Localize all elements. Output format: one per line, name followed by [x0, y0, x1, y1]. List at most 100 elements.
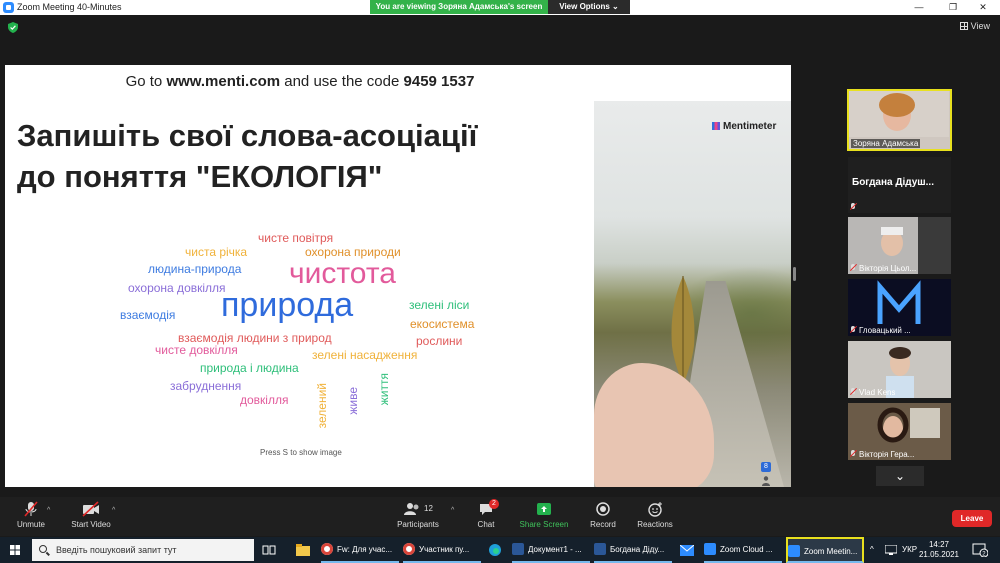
taskbar-item[interactable]: Zoom Cloud ... [704, 537, 782, 563]
word-cloud-item: зелені насадження [312, 348, 418, 362]
word-cloud-item: живе [346, 387, 360, 415]
search-placeholder: Введіть пошуковий запит тут [56, 545, 177, 555]
unmute-label: Unmute [16, 520, 45, 529]
mic-muted-icon [850, 450, 856, 458]
view-button[interactable]: View [959, 21, 990, 31]
view-label: View [970, 21, 990, 31]
participants-label: Participants [397, 520, 439, 529]
show-hidden-icons[interactable]: ^ [870, 537, 874, 563]
chevron-down-icon: ⌄ [612, 2, 619, 11]
record-icon [596, 502, 610, 516]
participant-name: Вікторія Цьол... [850, 264, 916, 273]
start-video-button[interactable]: Start Video [56, 501, 126, 529]
participants-button[interactable]: 12 Participants [383, 501, 453, 529]
word-icon [512, 543, 524, 555]
participants-count: 12 [424, 504, 433, 513]
taskbar-item[interactable]: Zoom Meetin... [786, 537, 864, 563]
chat-label: Chat [477, 520, 495, 529]
leave-button[interactable]: Leave [952, 510, 992, 527]
participant-tile[interactable]: Зоряна Адамська [847, 89, 952, 151]
file-explorer-icon[interactable] [296, 544, 310, 556]
word-cloud-item: зелений [315, 383, 329, 429]
participant-count-badge: 8 [761, 462, 771, 472]
mail-icon[interactable] [680, 545, 694, 556]
word-cloud-item: чиста річка [185, 245, 248, 259]
word-cloud-item: екосистема [410, 317, 475, 331]
meeting-toolbar: Unmute ^ Start Video ^ 12 Participants ^… [0, 497, 1000, 536]
mentimeter-logo: Mentimeter [712, 121, 776, 132]
participant-name: Зоряна Адамська [851, 139, 921, 148]
notifications-icon[interactable]: 2 [972, 543, 988, 557]
task-view-icon[interactable] [262, 544, 276, 556]
code-prefix: Go to [125, 73, 167, 90]
word-cloud-item: довкілля [240, 393, 289, 407]
reactions-button[interactable]: Reactions [620, 501, 690, 529]
mic-muted-icon [850, 388, 856, 396]
taskbar-item[interactable]: Участник пу... [403, 537, 481, 563]
video-options-caret[interactable]: ^ [112, 507, 115, 514]
taskbar-item[interactable]: Документ1 - ... [512, 537, 590, 563]
clock-date: 21.05.2021 [918, 550, 960, 559]
taskbar-item[interactable]: Богдана Діду... [594, 537, 672, 563]
audio-options-caret[interactable]: ^ [47, 507, 50, 514]
participant-name-mic [850, 203, 859, 212]
word-cloud-item: охорона довкілля [128, 281, 226, 295]
shared-screen: Go to www.menti.com and use the code 945… [5, 65, 791, 487]
word-cloud-item: рослини [416, 334, 463, 348]
network-icon[interactable] [885, 545, 897, 555]
taskbar-item[interactable]: Fw: Для учас... [321, 537, 399, 563]
participant-tile[interactable]: Вікторія Гера... [848, 403, 951, 460]
taskbar-search-input[interactable]: Введіть пошуковий запит тут [32, 539, 254, 561]
participant-name: Вікторія Гера... [850, 450, 914, 459]
menti-code-line: Go to www.menti.com and use the code 945… [5, 73, 595, 90]
share-banner: You are viewing Зоряна Адамська's screen… [370, 0, 630, 14]
word-cloud-item: забруднення [170, 379, 242, 393]
participant-name-large: Богдана Дідуш... [852, 177, 934, 188]
edge-icon[interactable] [488, 544, 502, 556]
participant-name: Vlad Kens [850, 388, 895, 397]
word-cloud-item: чисте повітря [258, 231, 334, 245]
mic-muted-icon [24, 501, 38, 517]
language-indicator[interactable]: УКР [902, 537, 917, 563]
close-button[interactable]: ✕ [966, 0, 1000, 15]
participant-tile[interactable]: Гловацький ... [848, 279, 951, 336]
word-cloud-item: природа і людина [200, 361, 299, 375]
participants-scroll-down-button[interactable]: ⌄ [876, 466, 924, 486]
zoom-icon [704, 543, 716, 555]
zoom-app-icon [3, 2, 14, 13]
panel-resize-handle[interactable] [793, 267, 796, 281]
minimize-button[interactable]: — [902, 0, 936, 15]
mic-muted-icon [850, 326, 856, 334]
participant-video [849, 91, 949, 137]
reactions-label: Reactions [637, 520, 673, 529]
mentimeter-mark-icon [712, 122, 720, 130]
mic-muted-icon [850, 264, 856, 272]
view-options-button[interactable]: View Options ⌄ [548, 0, 630, 14]
window-title: Zoom Meeting 40-Minutes [17, 2, 122, 12]
code-site: www.menti.com [166, 73, 281, 90]
user-icon [762, 476, 770, 486]
slide-title-line2: до поняття "ЕКОЛОГІЯ" [17, 159, 383, 194]
mentimeter-brand: Mentimeter [723, 121, 777, 132]
windows-start-icon[interactable] [0, 537, 30, 563]
reactions-icon [648, 502, 662, 517]
window-titlebar: Zoom Meeting 40-Minutes You are viewing … [0, 0, 1000, 15]
word-cloud-item: чистота [289, 257, 396, 290]
show-image-hint: Press S to show image [260, 448, 342, 457]
participant-name: Гловацький ... [850, 326, 911, 335]
record-label: Record [590, 520, 616, 529]
word-cloud: чисте повітря чиста річка охорона природ… [5, 215, 595, 475]
view-options-label: View Options [559, 2, 610, 11]
mic-muted-icon [850, 203, 856, 211]
zoom-icon [788, 545, 800, 557]
word-cloud-item: чисте довкілля [155, 343, 238, 357]
taskbar-clock[interactable]: 14:27 21.05.2021 [918, 540, 960, 560]
slide-title: Запишіть свої слова-асоціації до поняття… [17, 115, 577, 197]
word-cloud-item: життя [377, 373, 391, 406]
participant-tile[interactable]: Vlad Kens [848, 341, 951, 398]
encryption-shield-icon[interactable] [8, 22, 18, 33]
maximize-button[interactable]: ❐ [936, 0, 970, 15]
code-mid: and use the code [280, 73, 404, 90]
participant-tile[interactable]: Вікторія Цьол... [848, 217, 951, 274]
clock-time: 14:27 [928, 540, 950, 549]
